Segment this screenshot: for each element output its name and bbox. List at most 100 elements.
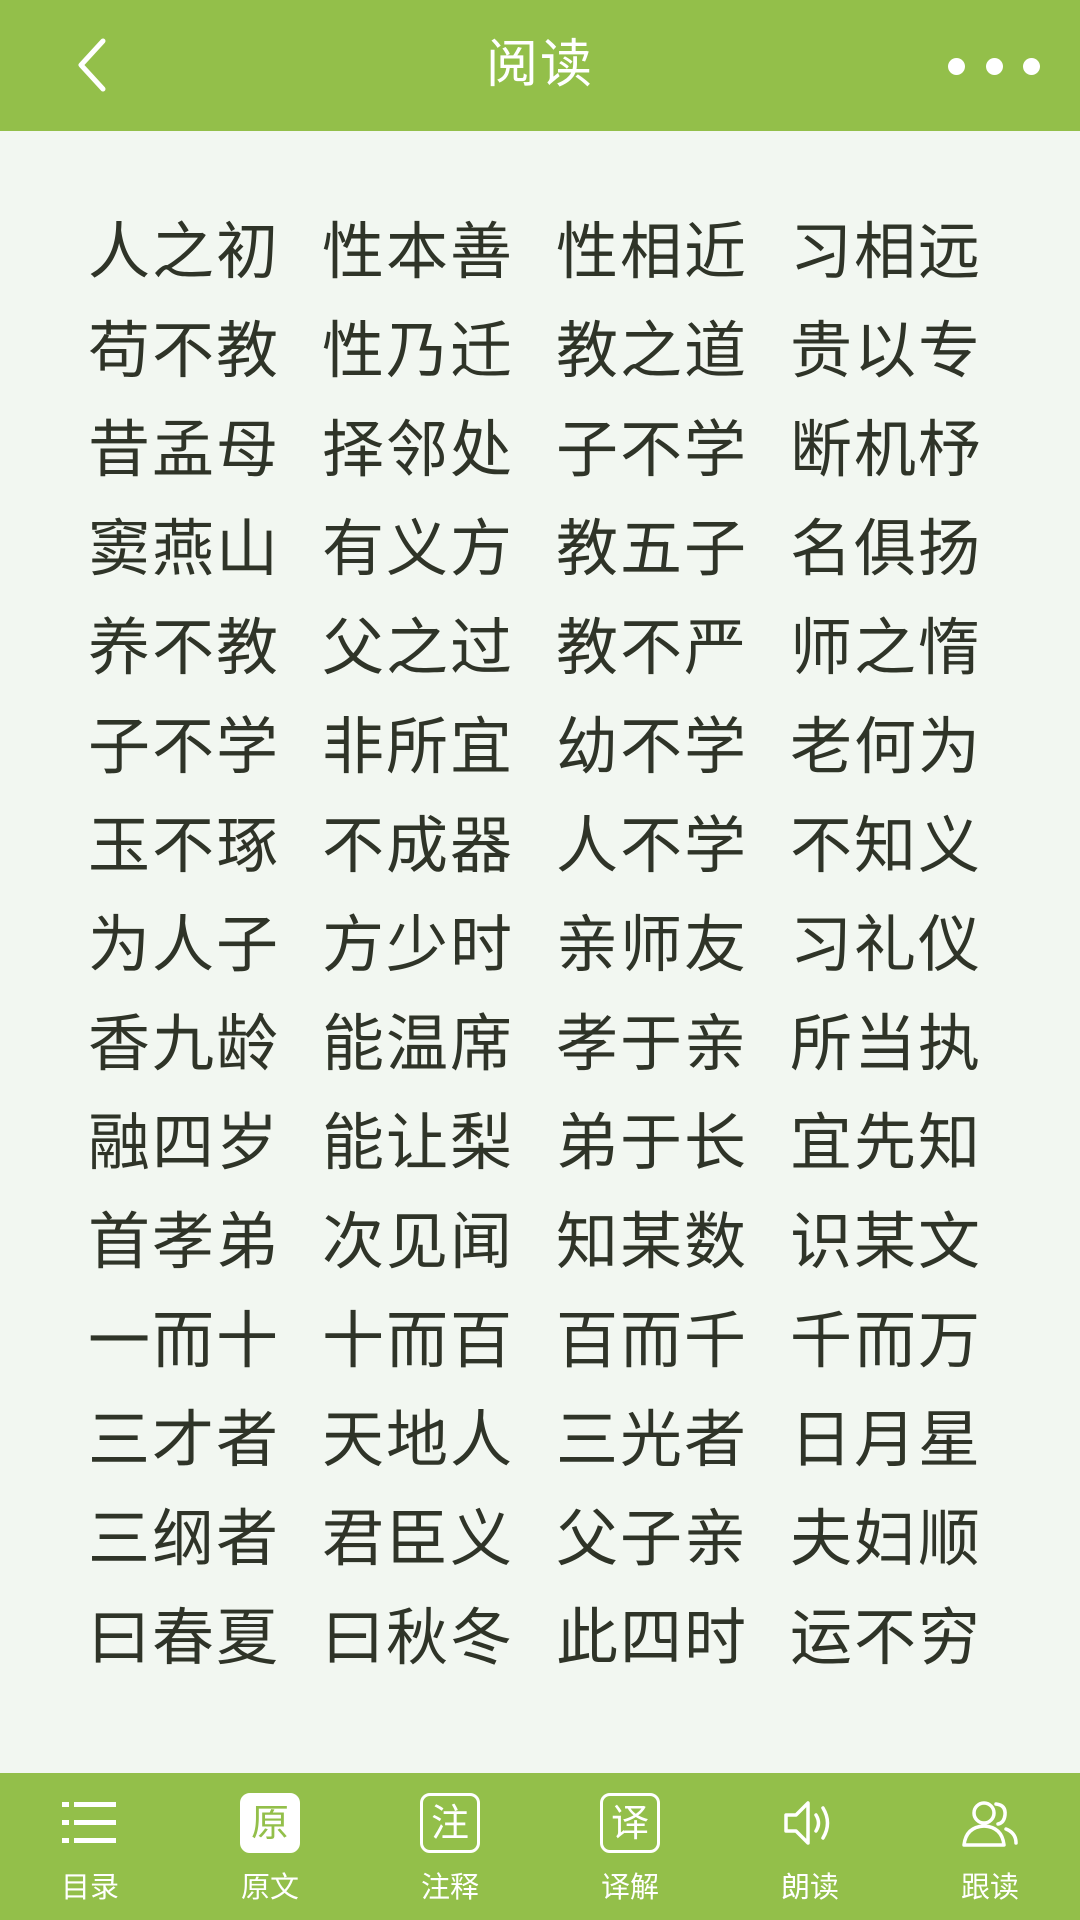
verse-phrase[interactable]: 养不教 xyxy=(88,603,282,693)
verse-phrase[interactable]: 贵以专 xyxy=(790,306,984,396)
verse-phrase[interactable]: 知某数 xyxy=(556,1197,750,1287)
verse-phrase[interactable]: 性乃迁 xyxy=(322,306,516,396)
verse-phrase[interactable]: 曰春夏 xyxy=(88,1593,282,1683)
verse-phrase[interactable]: 不知义 xyxy=(790,801,984,891)
verse-phrase[interactable]: 宜先知 xyxy=(790,1098,984,1188)
verse-phrase[interactable]: 名俱扬 xyxy=(790,504,984,594)
verse-phrase[interactable]: 性本善 xyxy=(322,207,516,297)
verse-phrase[interactable]: 窦燕山 xyxy=(88,504,282,594)
more-dot-icon xyxy=(985,57,1003,75)
verse-row: 玉不琢 不成器 人不学 不知义 xyxy=(88,801,992,891)
verse-row: 养不教 父之过 教不严 师之惰 xyxy=(88,603,992,693)
verse-row: 香九龄 能温席 孝于亲 所当执 xyxy=(88,999,992,1089)
verse-phrase[interactable]: 断机杼 xyxy=(790,405,984,495)
verse-phrase[interactable]: 子不学 xyxy=(88,702,282,792)
verse-phrase[interactable]: 孝于亲 xyxy=(556,999,750,1089)
verse-phrase[interactable]: 玉不琢 xyxy=(88,801,282,891)
verse-row: 首孝弟 次见闻 知某数 识某文 xyxy=(88,1197,992,1287)
verse-phrase[interactable]: 次见闻 xyxy=(322,1197,516,1287)
verse-phrase[interactable]: 亲师友 xyxy=(556,900,750,990)
tab-annotation[interactable]: 注 注释 xyxy=(360,1773,540,1920)
tab-original-text[interactable]: 原 原文 xyxy=(180,1773,360,1920)
verse-phrase[interactable]: 教之道 xyxy=(556,306,750,396)
verse-phrase[interactable]: 三纲者 xyxy=(88,1494,282,1584)
verse-phrase[interactable]: 弟于长 xyxy=(556,1098,750,1188)
verse-phrase[interactable]: 幼不学 xyxy=(556,702,750,792)
tab-catalog[interactable]: 目录 xyxy=(0,1773,180,1920)
verse-phrase[interactable]: 非所宜 xyxy=(322,702,516,792)
verse-phrase[interactable]: 教不严 xyxy=(556,603,750,693)
verse-row: 融四岁 能让梨 弟于长 宜先知 xyxy=(88,1098,992,1188)
verse-phrase[interactable]: 百而千 xyxy=(556,1296,750,1386)
verse-phrase[interactable]: 日月星 xyxy=(790,1395,984,1485)
verse-row: 三纲者 君臣义 父子亲 夫妇顺 xyxy=(88,1494,992,1584)
verse-phrase[interactable]: 能让梨 xyxy=(322,1098,516,1188)
verse-phrase[interactable]: 方少时 xyxy=(322,900,516,990)
reading-content: 人之初 性本善 性相近 习相远 苟不教 性乃迁 教之道 贵以专 昔孟母 择邻处 子不学 断机杼 窦燕山有… xyxy=(0,131,1080,1773)
verse-phrase[interactable]: 子不学 xyxy=(556,405,750,495)
verse-phrase[interactable]: 香九龄 xyxy=(88,999,282,1089)
verse-phrase[interactable]: 千而万 xyxy=(790,1296,984,1386)
verse-phrase[interactable]: 融四岁 xyxy=(88,1098,282,1188)
verse-phrase[interactable]: 曰秋冬 xyxy=(322,1593,516,1683)
verse-phrase[interactable]: 三光者 xyxy=(556,1395,750,1485)
verse-row: 为人子 方少时 亲师友 习礼仪 xyxy=(88,900,992,990)
more-dot-icon xyxy=(1023,57,1040,75)
tab-label: 目录 xyxy=(60,1870,119,1904)
more-dot-icon xyxy=(948,57,965,75)
speaker-icon xyxy=(784,1801,830,1845)
verse-row: 子不学 非所宜 幼不学 老何为 xyxy=(88,702,992,792)
verse-phrase[interactable]: 人不学 xyxy=(556,801,750,891)
verse-phrase[interactable]: 教五子 xyxy=(556,504,750,594)
verse-phrase[interactable]: 习相远 xyxy=(790,207,984,297)
verse-phrase[interactable]: 为人子 xyxy=(88,900,282,990)
tab-label: 原文 xyxy=(240,1870,299,1904)
verse-phrase[interactable]: 夫妇顺 xyxy=(790,1494,984,1584)
verse-phrase[interactable]: 昔孟母 xyxy=(88,405,282,495)
verse-row: 窦燕山 有义方 教五子 名俱扬 xyxy=(88,504,992,594)
follow-read-icon xyxy=(962,1801,1018,1847)
verse-phrase[interactable]: 老何为 xyxy=(790,702,984,792)
verse-phrase[interactable]: 所当执 xyxy=(790,999,984,1089)
tab-label: 译解 xyxy=(600,1870,659,1904)
verse-phrase[interactable]: 不成器 xyxy=(322,801,516,891)
original-text-icon: 原 xyxy=(240,1793,300,1853)
verse-row: 昔孟母 择邻处 子不学 断机杼 xyxy=(88,405,992,495)
verse-phrase[interactable]: 三才者 xyxy=(88,1395,282,1485)
verse-phrase[interactable]: 父之过 xyxy=(322,603,516,693)
verse-phrase[interactable]: 苟不教 xyxy=(88,306,282,396)
more-options-button[interactable] xyxy=(948,38,1040,94)
tab-translation[interactable]: 译 译解 xyxy=(540,1773,720,1920)
page-title: 阅读 xyxy=(485,35,594,95)
verse-phrase[interactable]: 识某文 xyxy=(790,1197,984,1287)
verse-phrase[interactable]: 能温席 xyxy=(322,999,516,1089)
verse-row: 三才者 天地人 三光者 日月星 xyxy=(88,1395,992,1485)
verse-phrase[interactable]: 天地人 xyxy=(322,1395,516,1485)
verse-phrase[interactable]: 择邻处 xyxy=(322,405,516,495)
translation-icon: 译 xyxy=(600,1793,660,1853)
verse-phrase[interactable]: 父子亲 xyxy=(556,1494,750,1584)
verse-phrase[interactable]: 师之惰 xyxy=(790,603,984,693)
tab-label: 跟读 xyxy=(960,1870,1019,1904)
verse-phrase[interactable]: 习礼仪 xyxy=(790,900,984,990)
verse-phrase[interactable]: 首孝弟 xyxy=(88,1197,282,1287)
verse-phrase[interactable]: 此四时 xyxy=(556,1593,750,1683)
verse-row: 曰春夏 曰秋冬 此四时 运不穷 xyxy=(88,1593,992,1683)
list-icon xyxy=(62,1802,116,1843)
app-header: 阅读 xyxy=(0,0,1080,131)
verse-phrase[interactable]: 一而十 xyxy=(88,1296,282,1386)
tab-follow-read[interactable]: 跟读 xyxy=(900,1773,1080,1920)
verse-phrase[interactable]: 十而百 xyxy=(322,1296,516,1386)
verse-phrase[interactable]: 君臣义 xyxy=(322,1494,516,1584)
verse-phrase[interactable]: 运不穷 xyxy=(790,1593,984,1683)
verse-row: 人之初 性本善 性相近 习相远 xyxy=(88,207,992,297)
tab-read-aloud[interactable]: 朗读 xyxy=(720,1773,900,1920)
verse-phrase[interactable]: 性相近 xyxy=(556,207,750,297)
verse-row: 一而十 十而百 百而千 千而万 xyxy=(88,1296,992,1386)
annotation-icon: 注 xyxy=(420,1793,480,1853)
verse-phrase[interactable]: 人之初 xyxy=(88,207,282,297)
tab-label: 注释 xyxy=(420,1870,479,1904)
verse-row: 苟不教 性乃迁 教之道 贵以专 xyxy=(88,306,992,396)
bottom-tab-bar: 目录 原 原文 注 注释 译 译解 朗读 跟读 xyxy=(0,1773,1080,1920)
verse-phrase[interactable]: 有义方 xyxy=(322,504,516,594)
